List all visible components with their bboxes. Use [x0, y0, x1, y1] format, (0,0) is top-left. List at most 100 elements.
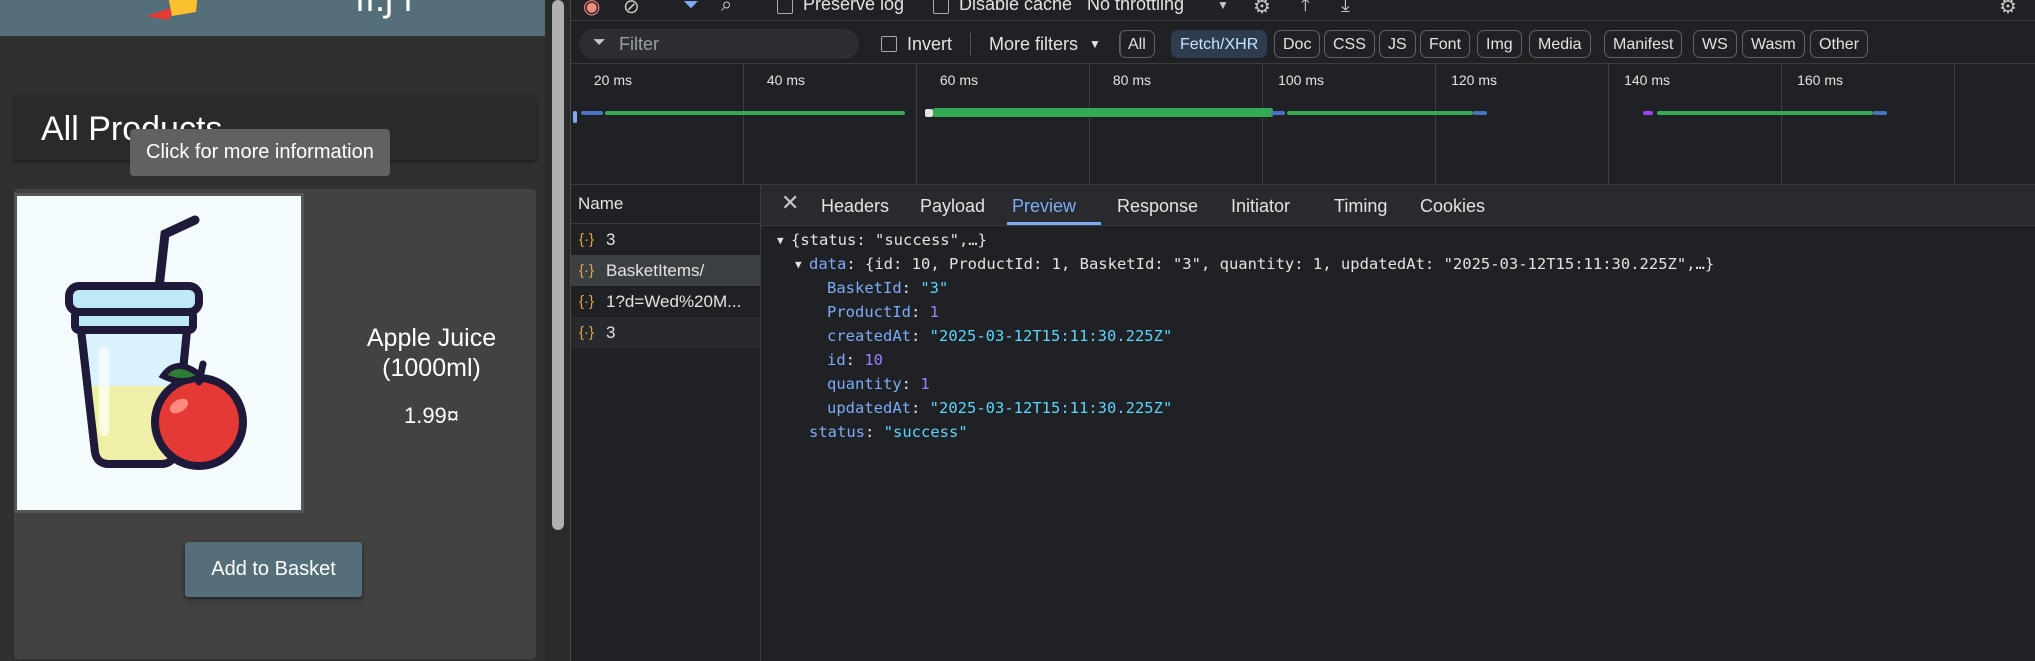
product-tooltip: Click for more information	[130, 129, 390, 176]
request-name: 1?d=Wed%20M...	[606, 292, 742, 311]
tab-headers[interactable]: Headers	[821, 196, 889, 217]
json-field-row: quantity: 1	[827, 375, 930, 393]
fetch-request-icon: {·}	[579, 262, 595, 279]
request-detail-pane: ✕ Headers Payload Preview Response Initi…	[761, 185, 2035, 661]
timeline-tick-label: 100 ms	[1278, 72, 1324, 88]
timeline-gridline	[1089, 64, 1090, 184]
tab-cookies[interactable]: Cookies	[1420, 196, 1485, 217]
json-field-row: ProductId: 1	[827, 303, 940, 321]
timeline-gridline	[1262, 64, 1263, 184]
request-bar	[1873, 111, 1887, 115]
request-bar	[1271, 111, 1285, 115]
filter-icon: ⏷	[593, 34, 606, 51]
filter-input[interactable]	[579, 29, 859, 59]
type-chip-css[interactable]: CSS	[1324, 30, 1375, 58]
add-to-basket-button[interactable]: Add to Basket	[185, 542, 362, 597]
type-chip-manifest[interactable]: Manifest	[1604, 30, 1683, 58]
expand-triangle-icon[interactable]: ▼	[777, 234, 784, 247]
tab-timing[interactable]: Timing	[1334, 196, 1387, 217]
app-scrollbar-thumb[interactable]	[552, 0, 564, 530]
timeline-selection-handle[interactable]	[573, 111, 577, 123]
fetch-request-icon: {·}	[579, 293, 595, 310]
type-chip-media[interactable]: Media	[1529, 30, 1591, 58]
request-bar	[581, 111, 603, 115]
preserve-log-label: Preserve log	[803, 0, 905, 14]
json-data-row[interactable]: data: {id: 10, ProductId: 1, BasketId: "…	[809, 255, 1714, 273]
expand-triangle-icon[interactable]: ▼	[795, 258, 802, 271]
network-overview-timeline[interactable]: 20 ms 40 ms 60 ms 80 ms 100 ms 120 ms 14…	[571, 64, 2035, 185]
request-row[interactable]: {·} 3	[571, 317, 760, 348]
filter-funnel-icon[interactable]: ⏷	[683, 0, 699, 17]
fetch-request-icon: {·}	[579, 324, 595, 341]
tab-preview[interactable]: Preview	[1012, 196, 1076, 217]
timeline-gridline	[916, 64, 917, 184]
request-bar-marker	[925, 109, 933, 117]
product-name: Apple Juice (1000ml)	[366, 324, 497, 382]
search-icon[interactable]: ⌕	[721, 0, 732, 17]
request-bar	[1643, 111, 1653, 115]
request-bar	[933, 108, 1273, 117]
request-name: 3	[606, 230, 616, 249]
type-chip-other[interactable]: Other	[1810, 30, 1869, 58]
chevron-down-icon[interactable]: ▼	[1217, 0, 1229, 12]
request-row[interactable]: {·} 1?d=Wed%20M...	[571, 286, 760, 317]
timeline-tick-label: 40 ms	[766, 72, 805, 88]
request-list: Name {·} 3 {·} BasketItems/ {·} 1?d=Wed%…	[571, 185, 761, 661]
settings-gear-icon[interactable]: ⚙	[1999, 0, 2017, 19]
name-column-header[interactable]: Name	[571, 185, 760, 224]
type-chip-doc[interactable]: Doc	[1274, 30, 1321, 58]
timeline-gridline	[743, 64, 744, 184]
record-stop-icon[interactable]: ◉	[583, 0, 600, 19]
type-chip-font[interactable]: Font	[1420, 30, 1471, 58]
disable-cache-label: Disable cache	[959, 0, 1073, 14]
chevron-down-icon[interactable]: ▼	[1089, 37, 1101, 51]
timeline-tick-label: 160 ms	[1797, 72, 1843, 88]
detail-tab-bar: ✕ Headers Payload Preview Response Initi…	[761, 185, 2035, 226]
type-chip-wasm[interactable]: Wasm	[1742, 30, 1805, 58]
json-root-summary: {status: "success",…}	[791, 231, 987, 249]
type-chip-js[interactable]: JS	[1379, 30, 1416, 58]
web-app-viewport: ıı.ʃ ı All Products	[0, 0, 570, 661]
type-chip-fetch-xhr[interactable]: Fetch/XHR	[1171, 30, 1268, 58]
brand-title-fragment: ıı.ʃ ı	[355, 0, 413, 20]
product-card[interactable]: Apple Juice (1000ml) 1.99¤ Add to Basket	[14, 189, 536, 659]
invert-checkbox[interactable]	[881, 36, 897, 52]
json-field-row: id: 10	[827, 351, 884, 369]
timeline-tick-label: 20 ms	[593, 72, 632, 88]
app-toolbar: ıı.ʃ ı	[0, 0, 545, 36]
tab-payload[interactable]: Payload	[920, 196, 985, 217]
type-chip-img[interactable]: Img	[1477, 30, 1522, 58]
disable-cache-checkbox[interactable]	[933, 0, 949, 14]
apple-juice-icon	[65, 215, 247, 470]
json-data-summary: {id: 10, ProductId: 1, BasketId: "3", qu…	[865, 255, 1715, 273]
logo-icon	[146, 0, 198, 20]
type-chip-all[interactable]: All	[1119, 30, 1155, 58]
request-row-selected[interactable]: {·} BasketItems/	[571, 255, 760, 286]
tab-response[interactable]: Response	[1117, 196, 1198, 217]
request-row[interactable]: {·} 3	[571, 224, 760, 255]
close-icon[interactable]: ✕	[781, 190, 799, 216]
clear-icon[interactable]: ⊘	[623, 0, 640, 19]
request-bar	[1473, 111, 1487, 115]
tab-initiator[interactable]: Initiator	[1231, 196, 1290, 217]
devtools-network-panel: ◉ ⊘ ⏷ ⌕ Preserve log Disable cache No th…	[571, 0, 2035, 661]
timeline-gridline	[1781, 64, 1782, 184]
product-image[interactable]	[14, 193, 304, 513]
throttling-select[interactable]: No throttling	[1087, 0, 1184, 15]
json-field-row: BasketId: "3"	[827, 279, 949, 297]
type-chip-ws[interactable]: WS	[1693, 30, 1737, 58]
timeline-tick-label: 80 ms	[1112, 72, 1151, 88]
json-key: data	[809, 255, 847, 273]
network-toolbar: ◉ ⊘ ⏷ ⌕ Preserve log Disable cache No th…	[571, 0, 2035, 21]
network-conditions-icon[interactable]: ⚙	[1253, 0, 1271, 19]
request-bar	[1287, 111, 1473, 115]
import-har-icon[interactable]: ⤒	[1301, 0, 1310, 17]
timeline-gridline	[1435, 64, 1436, 184]
more-filters-dropdown[interactable]: More filters	[989, 34, 1078, 55]
export-har-icon[interactable]: ⤓	[1341, 0, 1350, 17]
json-status-row: status: "success"	[809, 423, 968, 441]
timeline-tick-label: 120 ms	[1451, 72, 1497, 88]
preserve-log-checkbox[interactable]	[777, 0, 793, 14]
timeline-gridline	[1608, 64, 1609, 184]
timeline-gridline	[1954, 64, 1955, 184]
